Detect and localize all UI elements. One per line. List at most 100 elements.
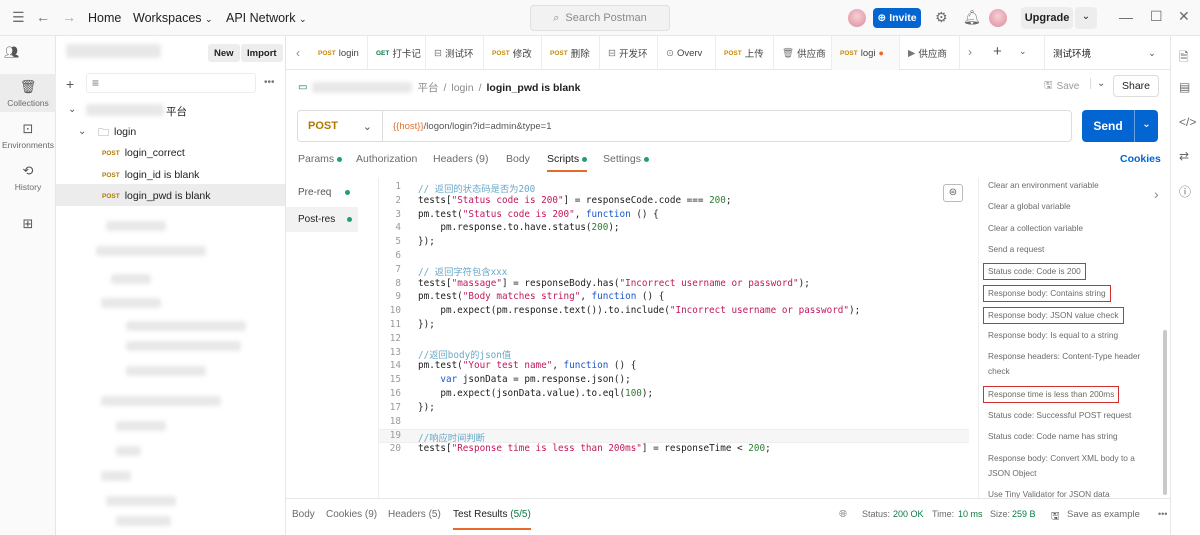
workspaces-menu[interactable]: Workspaces ⌄ <box>133 11 213 25</box>
cookies-link[interactable]: Cookies <box>1120 153 1161 165</box>
status-value[interactable]: 200 OK <box>893 509 924 519</box>
code-line[interactable]: 19 //响应时间判断 <box>379 429 969 444</box>
code-icon[interactable]: </> <box>1179 115 1196 129</box>
more-options-icon[interactable]: ••• <box>1158 509 1167 519</box>
code-line[interactable]: 10 pm.expect(pm.response.text()).to.incl… <box>379 305 860 319</box>
code-line[interactable]: 1 // 返回的状态码是否为200 <box>379 181 535 195</box>
script-tab-post-response[interactable]: Post-res <box>286 207 358 232</box>
snippet-item[interactable]: Send a request <box>988 242 1158 257</box>
chevron-right-icon[interactable]: › <box>968 45 972 59</box>
response-tab-test-results[interactable]: Test Results (5/5) <box>453 509 531 530</box>
script-editor[interactable]: 1// 返回的状态码是否为200 2 tests["Status code is 2… <box>378 178 969 498</box>
scrollbar[interactable] <box>1163 330 1167 495</box>
chevron-down-icon[interactable]: ⌄ <box>78 126 86 137</box>
related-icon[interactable]: ⇄ <box>1179 149 1189 163</box>
code-line[interactable]: 9 pm.test("Body matches string", function… <box>379 291 664 305</box>
back-arrow-icon[interactable]: ← <box>36 9 50 25</box>
tab-active-request[interactable]: POST logi ● <box>832 36 900 70</box>
forward-arrow-icon[interactable]: → <box>62 9 76 25</box>
tab-authorization[interactable]: Authorization <box>356 153 417 165</box>
import-button[interactable]: Import <box>241 44 283 62</box>
tab-body[interactable]: Body <box>506 153 530 165</box>
code-line[interactable]: 14 pm.test("Your test name", function () … <box>379 360 637 374</box>
upgrade-button[interactable]: Upgrade <box>1021 7 1073 29</box>
tab-params[interactable]: Params <box>298 153 343 165</box>
chevron-down-icon[interactable]: ⌄ <box>1019 46 1027 57</box>
documentation-icon[interactable]: 🗎 <box>1179 48 1189 69</box>
code-line[interactable]: 7 // 返回字符包含xxx <box>379 264 507 278</box>
tab-request[interactable]: POST login <box>310 36 368 70</box>
chevron-down-icon[interactable]: ⌄ <box>68 104 76 115</box>
filter-input[interactable] <box>86 73 256 93</box>
request-title[interactable]: login_pwd is blank <box>486 82 580 94</box>
tab-overview[interactable]: ⊙ Overv <box>658 36 716 70</box>
rail-apps[interactable]: ⊞ <box>0 216 56 232</box>
snippet-item[interactable]: Clear a global variable <box>988 199 1158 214</box>
code-line[interactable]: 12 <box>379 333 418 347</box>
save-button[interactable]: 🖫 Save <box>1044 78 1079 95</box>
snippet-item[interactable]: Clear a collection variable <box>988 221 1158 236</box>
code-line[interactable]: 17}); <box>379 402 435 416</box>
request-item[interactable]: POST login_id is blank <box>102 169 199 181</box>
snippet-item[interactable]: Status code: Successful POST request <box>988 408 1158 423</box>
code-line[interactable]: 13 //返回body的json值 <box>379 347 511 361</box>
tab-settings[interactable]: Settings <box>603 153 649 165</box>
search-input[interactable]: ⌕ Search Postman <box>530 5 670 31</box>
code-line[interactable]: 20 tests["Response time is less than 200m… <box>379 443 771 457</box>
close-icon[interactable]: ✕ <box>1178 8 1190 25</box>
tab-collection[interactable]: 🗑︎ 供应商 <box>774 36 832 70</box>
maximize-icon[interactable]: ☐ <box>1150 8 1163 25</box>
code-line[interactable]: 5}); <box>379 236 434 250</box>
size-value[interactable]: 259 B <box>1012 509 1036 519</box>
avatar[interactable] <box>848 9 866 27</box>
api-network-menu[interactable]: API Network ⌄ <box>226 11 307 25</box>
code-line[interactable]: 4 pm.response.to.have.status(200); <box>379 222 619 236</box>
code-line[interactable]: 3 pm.test("Status code is 200", function … <box>379 209 658 223</box>
method-select[interactable]: POST ⌄ <box>298 111 383 141</box>
team-icon[interactable]: 👥︎ <box>4 45 19 59</box>
tab-headers[interactable]: Headers (9) <box>433 153 488 165</box>
breadcrumb-collection[interactable]: 平台 <box>417 80 438 95</box>
request-item-selected[interactable]: POST login_pwd is blank <box>102 190 211 202</box>
tab-request[interactable]: POST 上传 <box>716 36 774 70</box>
script-tab-pre-request[interactable]: Pre-req <box>286 180 358 204</box>
snippet-item[interactable]: Response body: Convert XML body to a JSO… <box>988 451 1158 481</box>
tab-request[interactable]: POST 修改 <box>484 36 542 70</box>
environment-selector[interactable]: 测试环境 ⌄ <box>1044 36 1164 70</box>
menu-icon[interactable]: ☰ <box>12 9 25 26</box>
home-link[interactable]: Home <box>88 11 121 25</box>
new-button[interactable]: New <box>208 44 240 62</box>
rail-history[interactable]: ⟲ History <box>0 163 56 192</box>
tab-request[interactable]: GET 打卡记 <box>368 36 426 70</box>
folder-login[interactable]: login <box>114 126 136 138</box>
code-line[interactable]: 16 pm.expect(jsonData.value).to.eql(100)… <box>379 388 653 402</box>
bell-icon[interactable]: 🔔︎ <box>963 9 981 26</box>
snippet-item[interactable]: Clear an environment variable <box>988 178 1158 193</box>
response-tab-body[interactable]: Body <box>292 509 315 520</box>
tab-runner[interactable]: ▶ 供应商 <box>900 36 960 70</box>
share-button[interactable]: Share <box>1113 75 1159 97</box>
plus-icon[interactable]: + <box>66 76 74 92</box>
snippet-item[interactable]: Response headers: Content-Type header ch… <box>988 349 1158 379</box>
code-line[interactable]: 11}); <box>379 319 435 333</box>
breadcrumb-folder[interactable]: login <box>451 82 473 94</box>
tab-environment[interactable]: ⊟ 开发环 <box>600 36 658 70</box>
snippet-item[interactable]: Response body: JSON value check <box>983 307 1124 324</box>
rail-collections[interactable]: 🗑︎ Collections <box>0 74 56 112</box>
response-tab-headers[interactable]: Headers (5) <box>388 509 441 520</box>
rail-environments[interactable]: ⊡ Environments <box>0 121 56 150</box>
chevron-down-icon[interactable]: ⌄ <box>1075 7 1097 29</box>
invite-button[interactable]: ⊕ Invite <box>873 8 921 28</box>
collection-name-suffix[interactable]: 平台 <box>166 104 187 119</box>
settings-gear-icon[interactable]: ⚙ <box>935 9 948 26</box>
comments-icon[interactable]: ▤ <box>1179 80 1190 94</box>
code-line[interactable]: 6 <box>379 250 418 264</box>
avatar[interactable] <box>989 9 1007 27</box>
minimize-icon[interactable]: — <box>1119 9 1133 25</box>
info-icon[interactable]: ⓘ <box>1179 183 1191 200</box>
snippet-item[interactable]: Response body: Is equal to a string <box>988 328 1158 343</box>
save-options-chevron-icon[interactable]: ⌄ <box>1090 78 1105 89</box>
code-line[interactable]: 15 var jsonData = pm.response.json(); <box>379 374 631 388</box>
time-value[interactable]: 10 ms <box>958 509 983 519</box>
code-line[interactable]: 18 <box>379 416 418 430</box>
